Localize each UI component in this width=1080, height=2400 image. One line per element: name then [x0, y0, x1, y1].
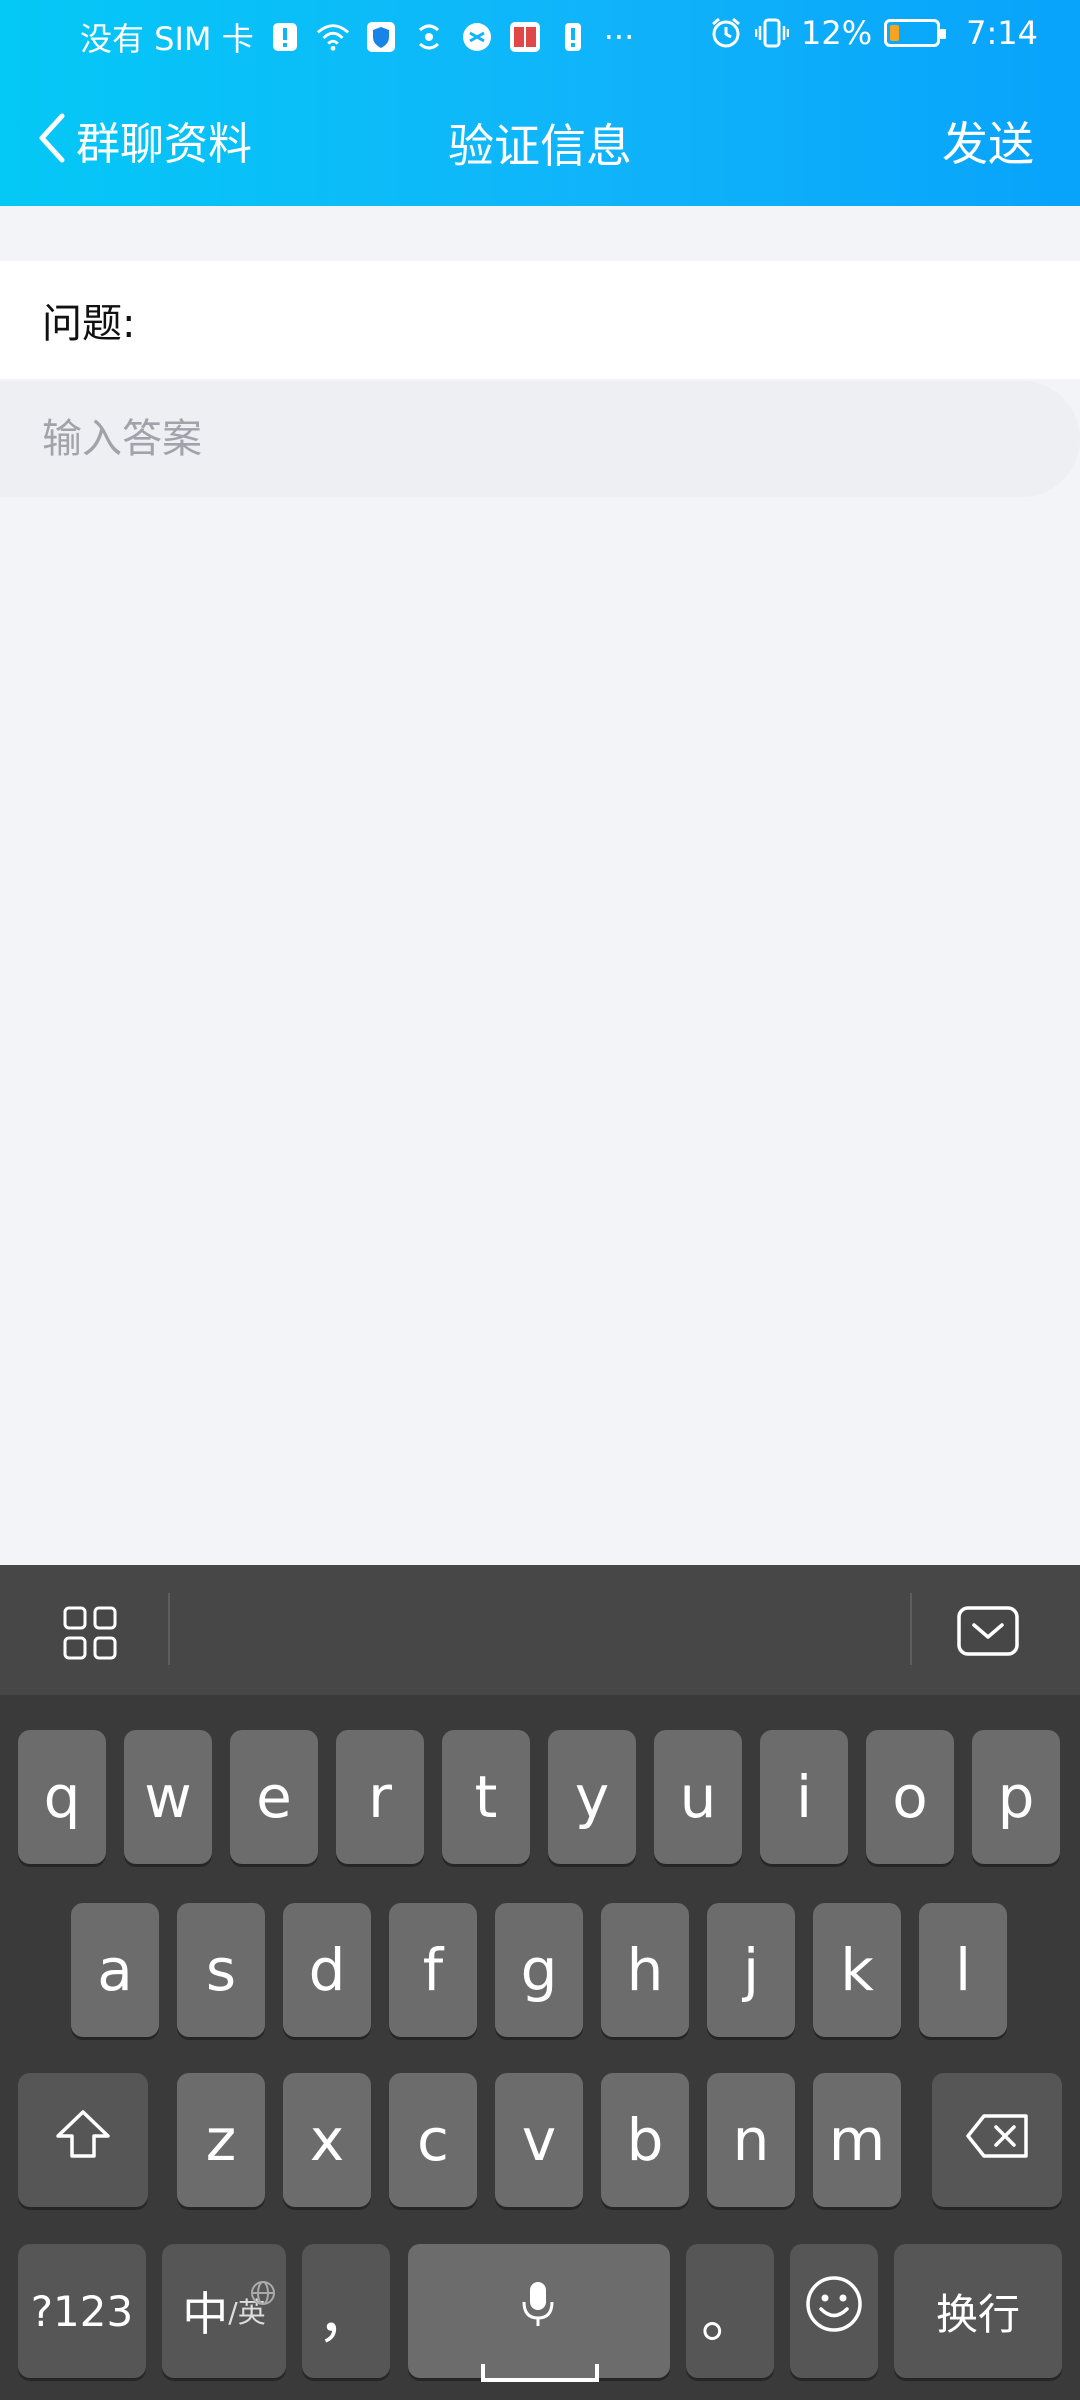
send-button[interactable]: 发送 [942, 108, 1034, 174]
header: 没有 SIM 卡 ··· 12% 7:14 群聊资料 验证信息 发送 [0, 0, 1080, 206]
backspace-key[interactable] [932, 2073, 1062, 2207]
key-w[interactable]: w [124, 1730, 212, 1864]
key-z[interactable]: z [177, 2073, 265, 2207]
key-v[interactable]: v [495, 2073, 583, 2207]
question-row: 问题: [0, 261, 1080, 379]
key-s[interactable]: s [177, 1903, 265, 2037]
shift-icon [54, 2106, 112, 2174]
key-l[interactable]: l [919, 1903, 1007, 2037]
space-bar-icon [480, 2330, 600, 2398]
toolbar-divider [910, 1593, 912, 1665]
key-a[interactable]: a [71, 1903, 159, 2037]
symbols-key[interactable]: ?123 [18, 2244, 146, 2378]
key-m[interactable]: m [813, 2073, 901, 2207]
keyboard-hide-icon[interactable] [956, 1605, 1020, 1657]
key-d[interactable]: d [283, 1903, 371, 2037]
key-p[interactable]: p [972, 1730, 1060, 1864]
hotspot-icon [412, 20, 446, 54]
key-y[interactable]: y [548, 1730, 636, 1864]
key-j[interactable]: j [707, 1903, 795, 2037]
book-icon [508, 20, 542, 54]
key-g[interactable]: g [495, 1903, 583, 2037]
vibrate-icon [755, 16, 790, 50]
key-u[interactable]: u [654, 1730, 742, 1864]
key-c[interactable]: c [389, 2073, 477, 2207]
language-toggle-key[interactable]: 中/英 [162, 2244, 286, 2378]
key-i[interactable]: i [760, 1730, 848, 1864]
battery-fill [890, 25, 900, 41]
globe-icon [250, 2252, 276, 2320]
question-label: 问题: [42, 301, 136, 347]
emoji-key[interactable] [790, 2244, 878, 2378]
toolbar-divider [168, 1593, 170, 1665]
keyboard-menu-grid-icon[interactable] [62, 1605, 118, 1661]
key-f[interactable]: f [389, 1903, 477, 2037]
space-key[interactable] [408, 2244, 670, 2382]
alert-icon [556, 20, 590, 54]
nav-bar: 群聊资料 验证信息 发送 [0, 72, 1080, 206]
backspace-icon [964, 2106, 1030, 2174]
key-b[interactable]: b [601, 2073, 689, 2207]
alarm-icon [709, 16, 743, 50]
emoji-icon [804, 2274, 864, 2348]
wifi-icon [316, 20, 350, 54]
period-key[interactable]: 。 [686, 2244, 774, 2378]
key-n[interactable]: n [707, 2073, 795, 2207]
key-h[interactable]: h [601, 1903, 689, 2037]
carrier-text: 没有 SIM 卡 [80, 20, 254, 58]
status-right: 12% 7:14 [709, 14, 1038, 52]
keyboard: q w e r t y u i o p a s d f g h j k l z x c v b n m ?123 中/英， 。换行 [0, 1565, 1080, 2400]
status-left: 没有 SIM 卡 ··· [80, 14, 634, 60]
page-title: 验证信息 [448, 119, 632, 173]
notification-icon [268, 20, 302, 54]
battery-icon [884, 19, 947, 47]
shift-key[interactable] [18, 2073, 148, 2207]
app-icon [460, 20, 494, 54]
clock: 7:14 [966, 14, 1038, 52]
answer-input[interactable] [0, 381, 1080, 497]
key-t[interactable]: t [442, 1730, 530, 1864]
comma-key[interactable]: ， [302, 2244, 390, 2378]
key-x[interactable]: x [283, 2073, 371, 2207]
key-q[interactable]: q [18, 1730, 106, 1864]
enter-key[interactable]: 换行 [894, 2244, 1062, 2378]
more-indicator: ··· [603, 18, 635, 56]
battery-percent: 12% [801, 14, 873, 52]
shield-icon [364, 20, 398, 54]
keyboard-toolbar [0, 1565, 1080, 1695]
key-o[interactable]: o [866, 1730, 954, 1864]
key-e[interactable]: e [230, 1730, 318, 1864]
key-r[interactable]: r [336, 1730, 424, 1864]
status-bar: 没有 SIM 卡 ··· 12% 7:14 [0, 0, 1080, 72]
key-k[interactable]: k [813, 1903, 901, 2037]
lang-main-label: 中 [182, 2287, 229, 2341]
